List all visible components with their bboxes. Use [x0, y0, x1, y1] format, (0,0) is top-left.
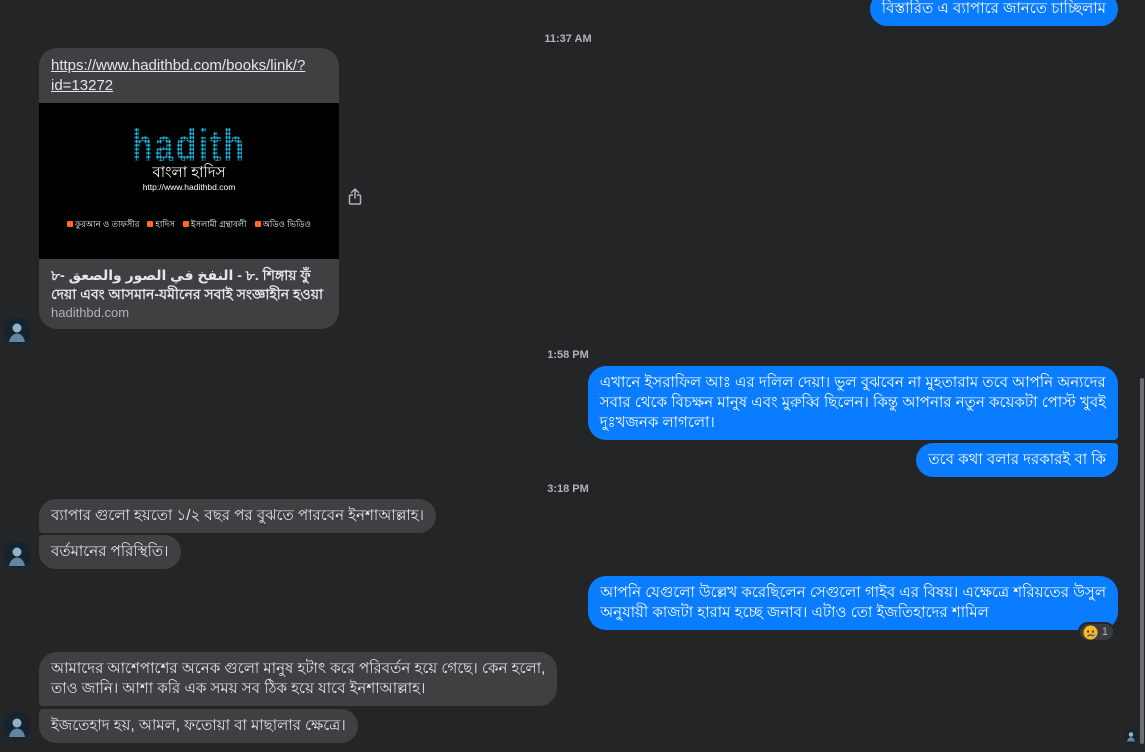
hadithbd-logo: hadith: [132, 121, 246, 171]
reaction-badge[interactable]: 1: [1077, 622, 1115, 642]
contact-avatar[interactable]: [3, 541, 31, 569]
scrollbar-thumb[interactable]: [1140, 378, 1144, 744]
sad-reaction-icon: [1083, 624, 1098, 640]
link-domain: hadithbd.com: [51, 305, 130, 320]
message-text: আমাদের আশেপাশের অনেক গুলো মানুষ হটাৎ করে…: [51, 660, 546, 677]
message-text: অনুযায়ী কাজটা হারাম হচ্ছে জনাব। এটাও তো…: [600, 604, 989, 621]
incoming-message[interactable]: ব্যাপার গুলো হয়তো ১/২ বছর পর বুঝতে পারব…: [39, 499, 436, 533]
outgoing-message[interactable]: আপনি যেগুলো উল্লেখ করেছিলেন সেগুলো গাইব …: [588, 576, 1118, 630]
incoming-message[interactable]: ইজতেহাদ হয়, আমল, ফতোয়া বা মাছালার ক্ষে…: [39, 709, 358, 743]
menu-item-label: কুরআন ও তাফসীর: [75, 219, 140, 229]
site-url: http://www.hadithbd.com: [142, 182, 236, 192]
contact-avatar[interactable]: [3, 712, 31, 740]
menu-item-library: ইসলামী গ্রন্থাবলী: [182, 218, 247, 230]
seen-avatar-icon: [1124, 729, 1138, 743]
incoming-message[interactable]: বর্তমানের পরিস্থিতি।: [39, 535, 181, 569]
message-text: বর্তমানের পরিস্থিতি।: [51, 543, 169, 560]
library-icon: [182, 221, 189, 227]
link-preview-card[interactable]: https://www.hadithbd.com/books/link/?id=…: [39, 48, 339, 329]
message-text: তবে কথা বলার দরকারই বা কি: [928, 451, 1106, 468]
book-icon: [67, 221, 74, 227]
speaker-icon: [254, 221, 261, 227]
link-preview-image[interactable]: hadith বাংলা হাদিস http://www.hadithbd.c…: [39, 103, 339, 259]
outgoing-message[interactable]: বিস্তারিত এ ব্যাপারে জানতে চাচ্ছিলাম: [869, 0, 1118, 26]
chat-thread[interactable]: বিস্তারিত এ ব্যাপারে জানতে চাচ্ছিলাম 11:…: [0, 0, 1145, 752]
message-text: বিস্তারিত এ ব্যাপারে জানতে চাচ্ছিলাম: [881, 0, 1106, 17]
timestamp: 1:58 PM: [547, 349, 589, 361]
menu-item-quran: কুরআন ও তাফসীর: [67, 218, 139, 230]
message-text: আপনি যেগুলো উল্লেখ করেছিলেন সেগুলো গাইব …: [600, 584, 1106, 601]
timestamp: 11:37 AM: [544, 33, 592, 45]
menu-item-label: অডিও ভিডিও: [262, 219, 311, 229]
link-url[interactable]: https://www.hadithbd.com/books/link/?id=…: [51, 56, 308, 96]
message-text: তাও জানি। আশা করি এক সময় সব ঠিক হয়ে যা…: [51, 680, 426, 697]
site-menu: কুরআন ও তাফসীর হাদিস ইসলামী গ্রন্থাবলী অ…: [39, 218, 339, 230]
share-icon[interactable]: [348, 188, 362, 205]
timestamp: 3:18 PM: [547, 483, 589, 495]
incoming-message[interactable]: আমাদের আশেপাশের অনেক গুলো মানুষ হটাৎ করে…: [39, 652, 558, 706]
message-text: সবার থেকে বিচক্ষন মানুষ এবং মুরুব্বি ছিল…: [599, 394, 1106, 411]
message-text: ইজতেহাদ হয়, আমল, ফতোয়া বা মাছালার ক্ষে…: [51, 717, 346, 734]
contact-avatar[interactable]: [3, 317, 31, 345]
menu-item-label: হাদিস: [155, 219, 175, 229]
message-text: দুঃখজনক লাগলো।: [599, 414, 715, 431]
hadith-icon: [147, 221, 154, 227]
link-preview-body[interactable]: ৮- النفخ في الصور والصعق - ৮. শিঙ্গায় ফ…: [39, 259, 339, 321]
reaction-count: 1: [1101, 626, 1108, 638]
link-title: ৮- النفخ في الصور والصعق - ৮. শিঙ্গায় ফ…: [51, 267, 324, 302]
message-text: ব্যাপার গুলো হয়তো ১/২ বছর পর বুঝতে পারব…: [51, 507, 424, 524]
link-url-section: https://www.hadithbd.com/books/link/?id=…: [39, 48, 339, 103]
message-text: এখানে ইসরাফিল আঃ এর দলিল দেয়া। ভুল বুঝব…: [599, 374, 1106, 391]
site-name: বাংলা হাদিস: [152, 164, 226, 181]
outgoing-message[interactable]: এখানে ইসরাফিল আঃ এর দলিল দেয়া। ভুল বুঝব…: [587, 366, 1118, 440]
outgoing-message[interactable]: তবে কথা বলার দরকারই বা কি: [916, 443, 1118, 477]
menu-item-hadith: হাদিস: [147, 218, 175, 230]
menu-item-label: ইসলামী গ্রন্থাবলী: [190, 219, 247, 229]
menu-item-audio-video: অডিও ভিডিও: [254, 218, 311, 230]
